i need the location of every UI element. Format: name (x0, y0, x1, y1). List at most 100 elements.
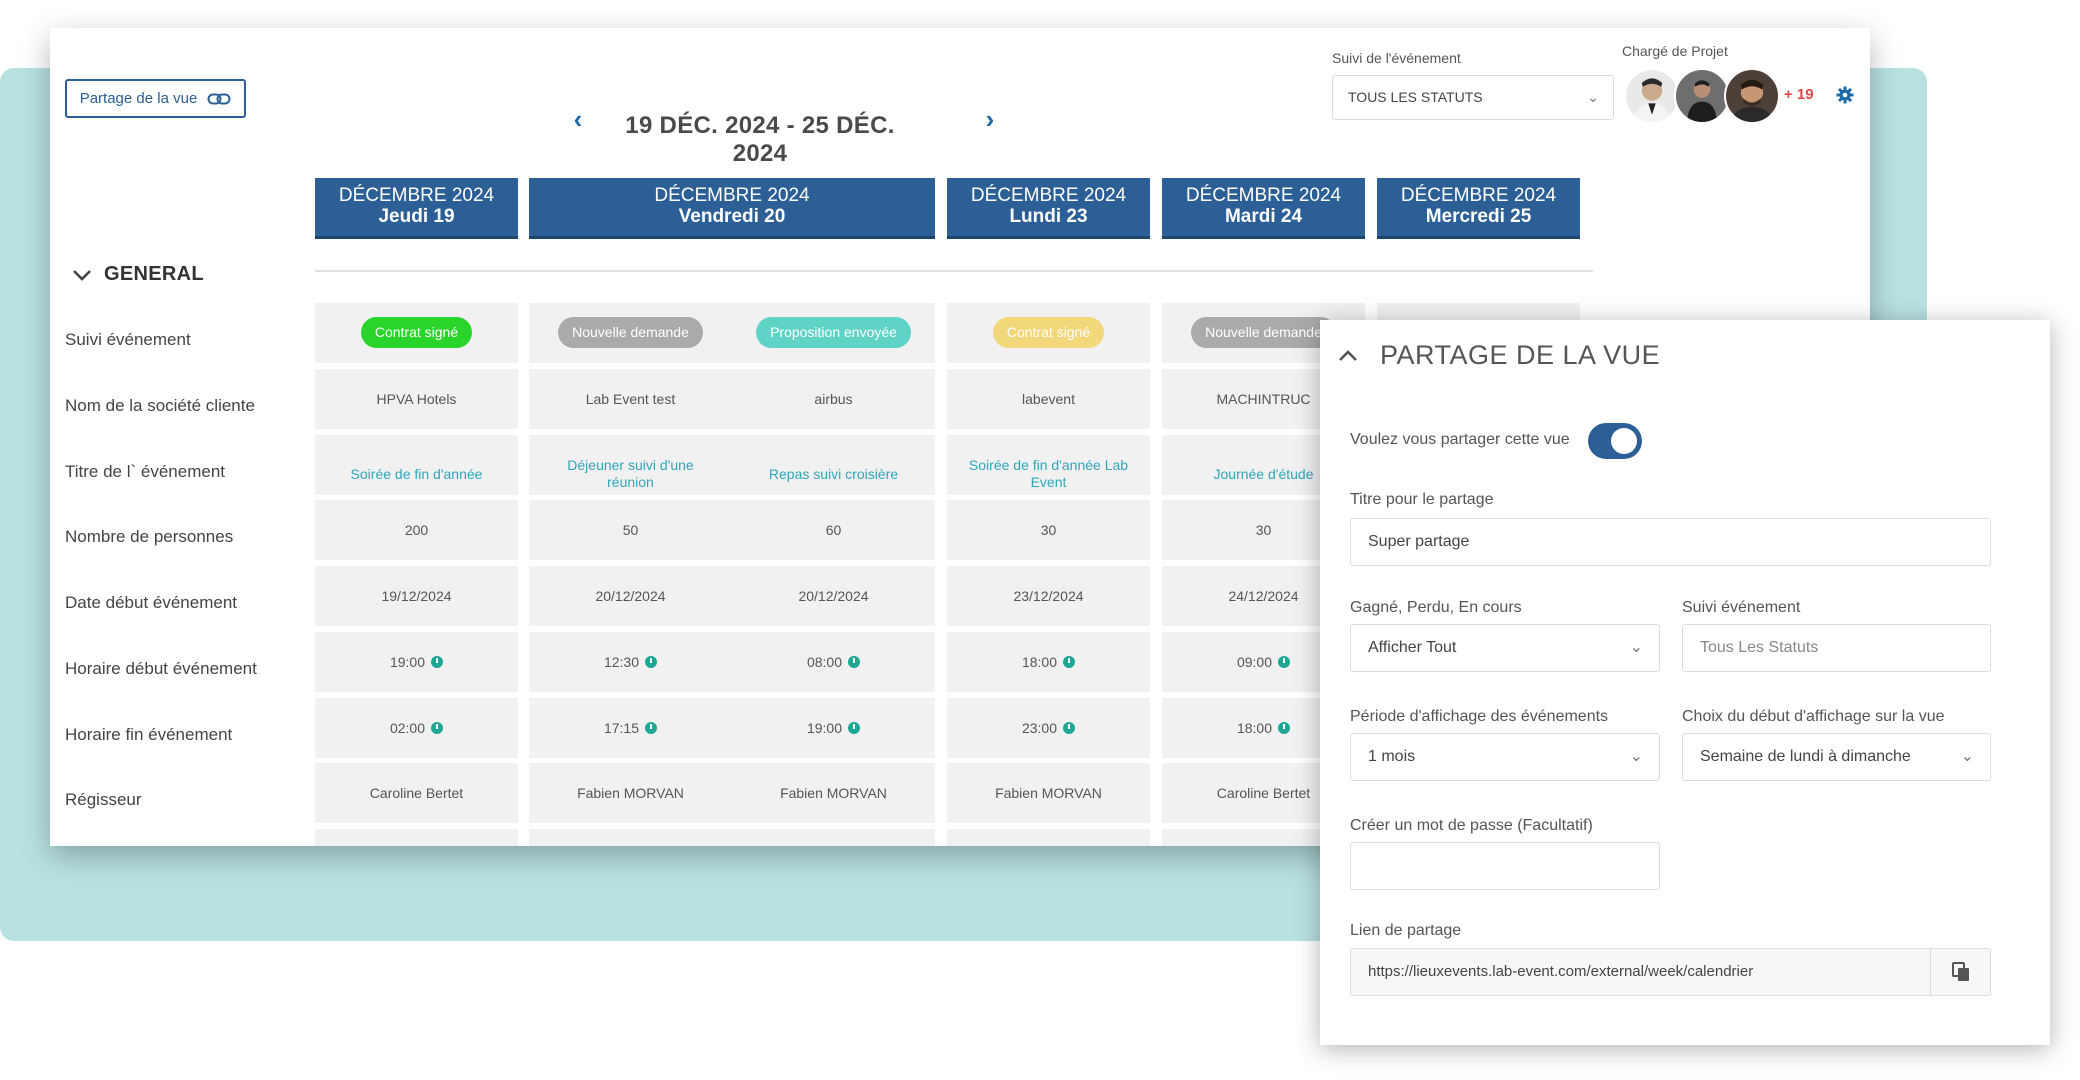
row-label-people: Nombre de personnes (65, 527, 234, 546)
manager-value: Fabien MORVAN (577, 784, 684, 801)
manager-cell: Fabien MORVAN (732, 763, 935, 823)
date-cell: 19/12/2024 (315, 566, 518, 626)
share-link-value: https://lieuxevents.lab-event.com/extern… (1368, 963, 1754, 980)
outcome-filter-select[interactable]: Afficher Tout ⌄ (1350, 624, 1660, 672)
manager-cell: Caroline Bertet (315, 763, 518, 823)
clock-icon (1063, 656, 1076, 668)
clock-icon (1278, 722, 1291, 734)
share-toggle[interactable] (1588, 423, 1642, 459)
row-label-client: Nom de la société cliente (65, 396, 255, 415)
time-value: 09:00 (1236, 653, 1273, 670)
clock-icon (848, 722, 861, 734)
share-toggle-label: Voulez vous partager cette vue (1350, 431, 1570, 448)
status-badge[interactable]: Nouvelle demande (558, 317, 703, 348)
end-time-cell: 17:15 (529, 698, 732, 758)
chevron-down-icon: ⌄ (1587, 89, 1599, 105)
date-cell: 20/12/2024 (529, 566, 732, 626)
period-label: Période d'affichage des événements (1350, 708, 1609, 725)
status-badge[interactable]: Contrat signé (992, 317, 1105, 348)
date-cell: 20/12/2024 (732, 566, 935, 626)
event-title-value: Déjeuner suivi d'une réunion (567, 457, 694, 490)
day-header-day: Mardi 24 (1224, 206, 1303, 227)
status-cell[interactable]: Proposition envoyée (732, 303, 935, 363)
row-cell-partial (315, 829, 518, 846)
period-select[interactable]: 1 mois ⌄ (1350, 733, 1660, 781)
status-badge[interactable]: Proposition envoyée (756, 317, 911, 348)
avatar[interactable] (1724, 68, 1780, 124)
share-view-button[interactable]: Partage de la vue (65, 79, 246, 118)
day-header-month: DÉCEMBRE 2024 (338, 185, 495, 206)
divider (315, 270, 1593, 272)
event-title-value: Journée d'étude (1213, 465, 1314, 482)
client-cell: labevent (947, 369, 1150, 429)
general-section-toggle[interactable]: GENERAL (72, 263, 204, 286)
share-status-filter-input[interactable]: Tous Les Statuts (1682, 624, 1991, 672)
status-cell[interactable]: Contrat signé (315, 303, 518, 363)
event-title-value: Repas suivi croisière (768, 465, 899, 482)
date-value: 20/12/2024 (595, 587, 666, 604)
manager-cell: Fabien MORVAN (947, 763, 1150, 823)
section-title: GENERAL (104, 263, 204, 285)
day-header: DÉCEMBRE 2024 Mardi 24 (1162, 178, 1365, 239)
start-time-cell: 18:00 (947, 632, 1150, 692)
copy-link-button[interactable] (1930, 948, 1991, 996)
share-panel-title: PARTAGE DE LA VUE (1380, 340, 1661, 370)
client-cell: HPVA Hotels (315, 369, 518, 429)
time-value: 18:00 (1021, 653, 1058, 670)
avatar[interactable] (1674, 68, 1730, 124)
share-view-button-label: Partage de la vue (79, 90, 198, 107)
time-value: 19:00 (806, 719, 843, 736)
day-header-month: DÉCEMBRE 2024 (1185, 185, 1342, 206)
row-label-start-time: Horaire début événement (65, 659, 257, 678)
project-manager-label: Chargé de Projet (1622, 43, 1728, 59)
chevron-down-icon: ⌄ (1960, 748, 1974, 765)
clock-icon (1063, 722, 1076, 734)
client-value: MACHINTRUC (1216, 390, 1311, 407)
event-title-cell[interactable]: Soirée de fin d'année (315, 435, 518, 495)
status-cell[interactable]: Nouvelle demande (529, 303, 732, 363)
day-header: DÉCEMBRE 2024 Lundi 23 (947, 178, 1150, 239)
manager-value: Caroline Bertet (369, 784, 464, 801)
view-start-value: Semaine de lundi à dimanche (1700, 748, 1911, 765)
clock-icon (431, 656, 444, 668)
day-header-day: Jeudi 19 (378, 206, 455, 227)
day-header-month: DÉCEMBRE 2024 (654, 185, 810, 206)
gear-icon[interactable] (1836, 86, 1854, 104)
view-start-label: Choix du début d'affichage sur la vue (1682, 708, 1945, 725)
event-title-value: Soirée de fin d'année Lab Event (968, 457, 1129, 490)
prev-week-button[interactable]: ‹ (568, 106, 588, 134)
manager-value: Fabien MORVAN (780, 784, 887, 801)
avatar[interactable] (1624, 68, 1680, 124)
chevron-up-icon (1339, 349, 1357, 361)
client-cell: Lab Event test (529, 369, 732, 429)
share-title-input[interactable]: Super partage (1350, 518, 1991, 566)
status-badge[interactable]: Contrat signé (360, 317, 473, 348)
day-header: DÉCEMBRE 2024 Mercredi 25 (1377, 178, 1580, 239)
row-cell-partial (529, 829, 732, 846)
more-avatars-count[interactable]: + 19 (1784, 86, 1814, 103)
end-time-cell: 02:00 (315, 698, 518, 758)
day-header-day: Lundi 23 (1009, 206, 1088, 227)
row-label-date: Date début événement (65, 593, 238, 612)
share-title-value: Super partage (1368, 533, 1470, 550)
time-value: 02:00 (389, 719, 426, 736)
event-status-filter-value: TOUS LES STATUTS (1348, 89, 1483, 105)
chevron-down-icon: ⌄ (1629, 748, 1643, 765)
password-input[interactable] (1350, 842, 1660, 890)
share-panel-collapse-toggle[interactable]: PARTAGE DE LA VUE (1338, 340, 1660, 371)
event-title-cell[interactable]: Déjeuner suivi d'une réunion (529, 435, 732, 495)
clock-icon (431, 722, 444, 734)
client-value: HPVA Hotels (376, 390, 457, 407)
event-status-filter-select[interactable]: TOUS LES STATUTS ⌄ (1332, 75, 1614, 120)
share-link-input[interactable]: https://lieuxevents.lab-event.com/extern… (1350, 948, 1991, 996)
status-cell[interactable]: Contrat signé (947, 303, 1150, 363)
start-time-cell: 08:00 (732, 632, 935, 692)
chevron-down-icon: ⌄ (1629, 639, 1643, 656)
client-cell: airbus (732, 369, 935, 429)
view-start-select[interactable]: Semaine de lundi à dimanche ⌄ (1682, 733, 1991, 781)
event-title-cell[interactable]: Soirée de fin d'année Lab Event (947, 435, 1150, 495)
client-value: Lab Event test (585, 390, 676, 407)
status-badge[interactable]: Nouvelle demande (1191, 317, 1336, 348)
event-title-cell[interactable]: Repas suivi croisière (732, 435, 935, 495)
next-week-button[interactable]: › (980, 106, 1000, 134)
